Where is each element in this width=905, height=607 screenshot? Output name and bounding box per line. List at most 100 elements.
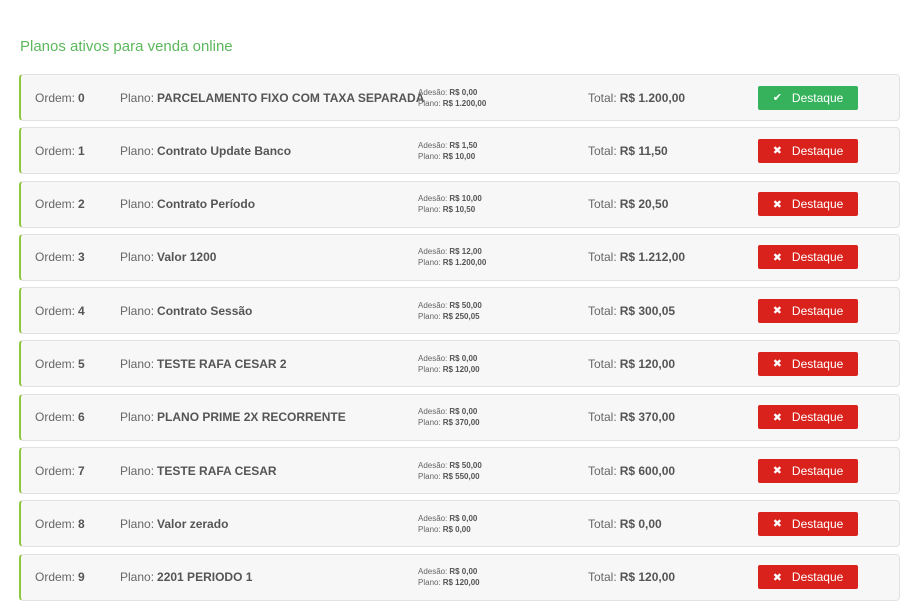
plan-row: Ordem: 5 Plano: TESTE RAFA CESAR 2 Adesã… xyxy=(19,340,900,388)
plano-fee-value: R$ 10,00 xyxy=(442,151,476,161)
action-cell: ✖ Destaque xyxy=(758,448,858,493)
plano-fee-label: Plano: xyxy=(418,151,441,161)
plan-list: Ordem: 0 Plano: PARCELAMENTO FIXO COM TA… xyxy=(19,74,900,607)
destaque-button[interactable]: ✖ Destaque xyxy=(758,138,858,163)
ordem-value: 8 xyxy=(78,516,85,531)
plano-fee-line: Plano: R$ 10,00 xyxy=(418,151,475,162)
plano-fee-line: Plano: R$ 550,00 xyxy=(418,471,480,482)
plano-name: 2201 PERIODO 1 xyxy=(157,570,253,585)
ordem-cell: Ordem: 8 xyxy=(35,501,85,546)
ordem-value: 0 xyxy=(78,90,85,105)
total-cell: Total: R$ 0,00 xyxy=(588,501,662,546)
total-label: Total: xyxy=(588,197,617,212)
plano-name: Valor zerado xyxy=(157,516,229,531)
adesao-label: Adesão: xyxy=(418,407,448,417)
ordem-value: 6 xyxy=(78,410,85,425)
plano-cell: Plano: Valor zerado xyxy=(120,501,228,546)
total-label: Total: xyxy=(588,410,617,425)
destaque-button[interactable]: ✖ Destaque xyxy=(758,511,858,536)
action-cell: ✖ Destaque xyxy=(758,395,858,440)
adesao-label: Adesão: xyxy=(418,567,448,577)
adesao-value: R$ 50,00 xyxy=(449,460,482,470)
ordem-value: 9 xyxy=(78,570,85,585)
adesao-value: R$ 12,00 xyxy=(449,247,482,257)
destaque-label: Destaque xyxy=(791,410,844,425)
total-cell: Total: R$ 600,00 xyxy=(588,448,675,493)
adesao-label: Adesão: xyxy=(418,300,448,310)
close-icon: ✖ xyxy=(772,571,782,584)
fees-cell: Adesão: R$ 0,00 Plano: R$ 1.200,00 xyxy=(418,75,486,120)
total-value: R$ 120,00 xyxy=(619,570,676,585)
destaque-button[interactable]: ✖ Destaque xyxy=(758,405,858,430)
plano-fee-label: Plano: xyxy=(418,578,441,588)
plano-label: Plano: xyxy=(120,197,155,212)
adesao-value: R$ 0,00 xyxy=(449,353,478,363)
plano-fee-value: R$ 120,00 xyxy=(442,578,480,588)
total-label: Total: xyxy=(588,143,617,158)
ordem-label: Ordem: xyxy=(35,410,76,425)
plano-cell: Plano: Contrato Update Banco xyxy=(120,128,291,173)
plan-row: Ordem: 8 Plano: Valor zerado Adesão: R$ … xyxy=(19,500,900,548)
plano-cell: Plano: 2201 PERIODO 1 xyxy=(120,555,252,600)
destaque-button[interactable]: ✖ Destaque xyxy=(758,565,858,590)
fees-cell: Adesão: R$ 50,00 Plano: R$ 550,00 xyxy=(418,448,482,493)
ordem-value: 3 xyxy=(78,250,85,265)
action-cell: ✖ Destaque xyxy=(758,235,858,280)
total-label: Total: xyxy=(588,463,617,478)
adesao-label: Adesão: xyxy=(418,353,448,363)
plano-fee-value: R$ 550,00 xyxy=(442,471,480,481)
fees-cell: Adesão: R$ 10,00 Plano: R$ 10,50 xyxy=(418,182,482,227)
plano-fee-label: Plano: xyxy=(418,98,441,108)
adesao-line: Adesão: R$ 0,00 xyxy=(418,566,477,577)
plano-fee-line: Plano: R$ 0,00 xyxy=(418,524,471,535)
close-icon: ✖ xyxy=(772,518,782,531)
destaque-button[interactable]: ✖ Destaque xyxy=(758,192,858,217)
plano-fee-value: R$ 250,05 xyxy=(442,311,480,321)
plano-cell: Plano: TESTE RAFA CESAR 2 xyxy=(120,341,287,386)
plano-fee-value: R$ 1.200,00 xyxy=(442,98,487,108)
total-value: R$ 370,00 xyxy=(619,410,676,425)
ordem-label: Ordem: xyxy=(35,90,76,105)
adesao-line: Adesão: R$ 0,00 xyxy=(418,87,477,98)
destaque-label: Destaque xyxy=(791,250,844,265)
destaque-label: Destaque xyxy=(791,516,844,531)
total-value: R$ 20,50 xyxy=(619,197,669,212)
adesao-label: Adesão: xyxy=(418,513,448,523)
ordem-label: Ordem: xyxy=(35,303,76,318)
plano-fee-value: R$ 0,00 xyxy=(442,524,471,534)
ordem-cell: Ordem: 9 xyxy=(35,555,85,600)
destaque-button[interactable]: ✔ Destaque xyxy=(758,85,858,110)
destaque-button[interactable]: ✖ Destaque xyxy=(758,351,858,376)
plano-fee-label: Plano: xyxy=(418,524,441,534)
adesao-value: R$ 1,50 xyxy=(449,140,478,150)
adesao-line: Adesão: R$ 10,00 xyxy=(418,193,482,204)
adesao-value: R$ 10,00 xyxy=(449,194,482,204)
plano-name: PLANO PRIME 2X RECORRENTE xyxy=(157,410,346,425)
adesao-label: Adesão: xyxy=(418,87,448,97)
fees-cell: Adesão: R$ 12,00 Plano: R$ 1.200,00 xyxy=(418,235,486,280)
plan-row: Ordem: 0 Plano: PARCELAMENTO FIXO COM TA… xyxy=(19,74,900,121)
plano-label: Plano: xyxy=(120,250,155,265)
destaque-button[interactable]: ✖ Destaque xyxy=(758,458,858,483)
total-cell: Total: R$ 120,00 xyxy=(588,555,675,600)
destaque-label: Destaque xyxy=(791,143,844,158)
close-icon: ✖ xyxy=(772,465,782,478)
ordem-cell: Ordem: 3 xyxy=(35,235,85,280)
total-cell: Total: R$ 300,05 xyxy=(588,288,675,333)
action-cell: ✖ Destaque xyxy=(758,128,858,173)
adesao-line: Adesão: R$ 0,00 xyxy=(418,353,477,364)
total-label: Total: xyxy=(588,90,617,105)
total-value: R$ 1.200,00 xyxy=(619,90,686,105)
close-icon: ✖ xyxy=(772,145,782,158)
total-cell: Total: R$ 370,00 xyxy=(588,395,675,440)
total-cell: Total: R$ 120,00 xyxy=(588,341,675,386)
destaque-button[interactable]: ✖ Destaque xyxy=(758,298,858,323)
destaque-label: Destaque xyxy=(791,90,844,105)
destaque-button[interactable]: ✖ Destaque xyxy=(758,245,858,270)
plano-fee-label: Plano: xyxy=(418,311,441,321)
plano-name: Contrato Sessão xyxy=(157,303,253,318)
page: Planos ativos para venda online Ordem: 0… xyxy=(0,0,905,607)
ordem-value: 5 xyxy=(78,356,85,371)
adesao-label: Adesão: xyxy=(418,460,448,470)
adesao-value: R$ 50,00 xyxy=(449,300,482,310)
